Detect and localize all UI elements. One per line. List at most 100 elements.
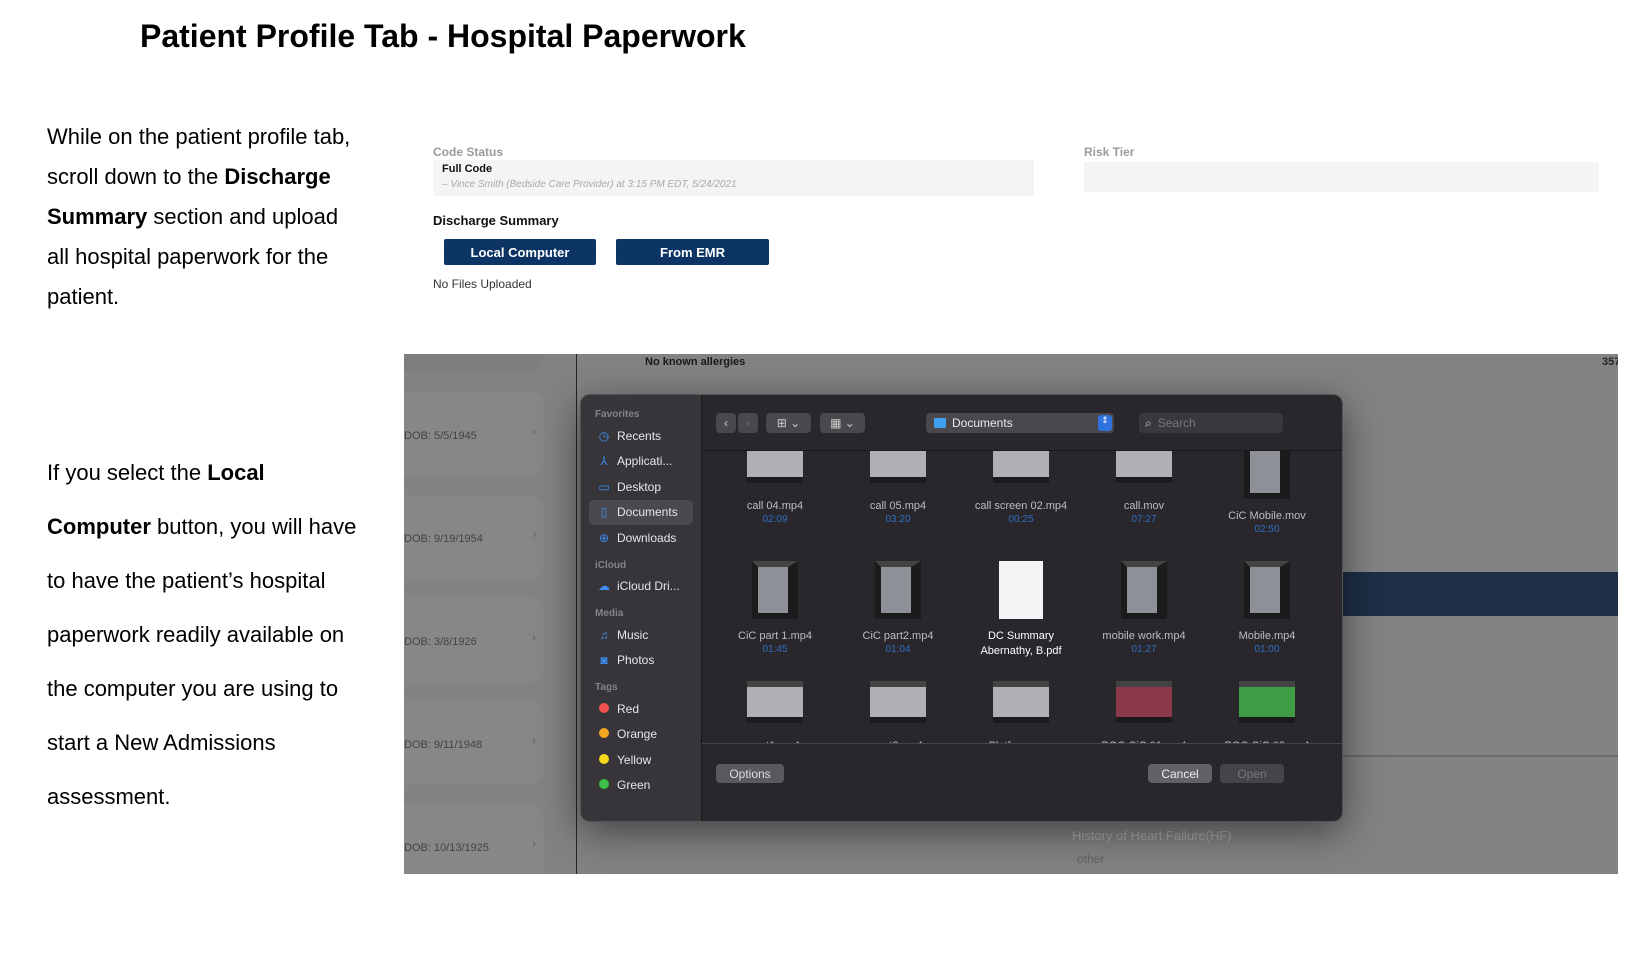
- location-label: Documents: [952, 416, 1013, 430]
- file-name: call 05.mp4: [869, 500, 927, 512]
- file-duration: 01:00: [1254, 644, 1280, 655]
- sidebar-item-desktop[interactable]: ▭ Desktop: [589, 474, 693, 499]
- video-thumbnail: [993, 681, 1049, 723]
- file-item[interactable]: POC CiC 01.mp4: [1085, 681, 1203, 743]
- sidebar-item-photos[interactable]: ◙ Photos: [589, 648, 693, 673]
- instruction-line: assessment.: [47, 784, 171, 810]
- file-duration: 07:27: [1131, 514, 1157, 525]
- file-duration: 01:27: [1131, 644, 1157, 655]
- sidebar-item-iclouddri[interactable]: ☁ iCloud Dri...: [589, 574, 693, 599]
- file-name: CiC part 1.mp4: [738, 630, 812, 642]
- video-thumbnail: [1244, 451, 1290, 499]
- no-files-text: No Files Uploaded: [433, 277, 532, 291]
- sidebar-item-applicati[interactable]: ⅄ Applicati...: [589, 449, 693, 474]
- download-icon: ⊕: [598, 530, 610, 545]
- line-pre: paperwork readily available on: [47, 622, 345, 647]
- file-item[interactable]: CiC part 1.mp4 01:45: [716, 561, 834, 655]
- instruction-line: the computer you are using to: [47, 676, 338, 702]
- file-item[interactable]: POC CiC 02.mp4: [1208, 681, 1326, 743]
- line-post: button, you will have: [150, 514, 357, 539]
- updown-chevron-icon: ⇕: [1098, 415, 1112, 431]
- line-pre: to have the patient’s hospital: [47, 568, 326, 593]
- sidebar-item-label: iCloud Dri...: [617, 579, 680, 593]
- tag-dot-icon: [597, 702, 611, 716]
- line-pre: scroll down to the: [47, 164, 225, 189]
- group-button[interactable]: ▦ ⌄: [820, 413, 865, 433]
- video-thumbnail: [752, 561, 798, 619]
- sidebar-item-yellow[interactable]: Yellow: [589, 747, 693, 772]
- sidebar-item-red[interactable]: Red: [589, 696, 693, 721]
- video-thumbnail: [1116, 681, 1172, 723]
- file-item[interactable]: CiC Mobile.mov 02:50: [1208, 451, 1326, 535]
- file-item[interactable]: part2.mp4: [839, 681, 957, 743]
- sidebar-item-orange[interactable]: Orange: [589, 722, 693, 747]
- file-name: mobile work.mp4: [1102, 630, 1186, 642]
- chevron-left-icon: ‹: [724, 416, 728, 430]
- video-thumbnail: [875, 561, 921, 619]
- options-button[interactable]: Options: [716, 764, 784, 783]
- video-thumbnail: [870, 451, 926, 483]
- line-pre: all hospital paperwork for the: [47, 244, 329, 269]
- line-pre: While on the patient profile tab,: [47, 124, 351, 149]
- sidebar-item-label: Photos: [617, 653, 655, 667]
- sidebar-item-downloads[interactable]: ⊕ Downloads: [589, 525, 693, 550]
- sidebar-item-music[interactable]: ♫ Music: [589, 622, 693, 647]
- video-thumbnail: [1121, 561, 1167, 619]
- search-input[interactable]: ⌕ Search: [1139, 413, 1283, 433]
- pdf-thumbnail: [999, 561, 1043, 619]
- line-bold: Summary: [47, 204, 148, 229]
- forward-button[interactable]: ›: [738, 413, 758, 433]
- open-button[interactable]: Open: [1220, 764, 1284, 783]
- allergies-text: No known allergies: [645, 356, 746, 368]
- camera-icon: ◙: [600, 653, 608, 667]
- desktop-icon: ▭: [598, 479, 610, 494]
- local-computer-button[interactable]: Local Computer: [444, 239, 596, 265]
- divider: [702, 743, 1342, 744]
- search-placeholder: Search: [1157, 416, 1196, 430]
- grid-icon: ⊞ ⌄: [776, 416, 801, 430]
- file-item[interactable]: part1.mp4: [716, 681, 834, 743]
- sidebar-item-label: Yellow: [617, 752, 652, 767]
- video-thumbnail: [747, 681, 803, 723]
- file-name: call 04.mp4: [746, 500, 804, 512]
- risk-tier-field[interactable]: [1084, 162, 1599, 192]
- file-duration: 02:09: [762, 514, 788, 525]
- sidebar-section-header: Media: [595, 608, 624, 619]
- file-item[interactable]: call 05.mp4 03:20: [839, 451, 957, 525]
- sidebar-item-label: Music: [617, 627, 649, 642]
- instruction-line: Summary section and upload: [47, 204, 338, 230]
- file-item[interactable]: CiC part2.mp4 01:04: [839, 561, 957, 655]
- file-item[interactable]: call screen 02.mp4 00:25: [962, 451, 1080, 525]
- cancel-button[interactable]: Cancel: [1148, 764, 1212, 783]
- file-item[interactable]: Mobile.mp4 01:00: [1208, 561, 1326, 655]
- file-name: DC Summary Abernathy, B.pdf: [980, 630, 1062, 657]
- sidebar-item-green[interactable]: Green: [589, 773, 693, 798]
- discharge-summary-heading: Discharge Summary: [433, 213, 559, 228]
- file-item[interactable]: call 04.mp4 02:09: [716, 451, 834, 525]
- code-status-box: Full Code – Vince Smith (Bedside Care Pr…: [433, 160, 1034, 196]
- code-status-note: – Vince Smith (Bedside Care Provider) at…: [442, 179, 737, 190]
- from-emr-button[interactable]: From EMR: [616, 239, 769, 265]
- file-duration: 01:04: [885, 644, 911, 655]
- instruction-line: scroll down to the Discharge: [47, 164, 331, 190]
- file-item[interactable]: Platform.mov: [962, 681, 1080, 743]
- line-bold: Computer: [47, 514, 151, 539]
- file-duration: 02:50: [1254, 524, 1280, 535]
- document-icon: ▯: [600, 505, 608, 519]
- tag-dot-icon: [597, 753, 611, 767]
- location-dropdown[interactable]: Documents ⇕: [926, 413, 1114, 433]
- file-item[interactable]: mobile work.mp4 01:27: [1085, 561, 1203, 655]
- folder-icon: [934, 418, 946, 428]
- sidebar-item-recents[interactable]: ◷ Recents: [589, 423, 693, 448]
- instruction-line: If you select the Local: [47, 460, 265, 486]
- view-mode-button[interactable]: ⊞ ⌄: [766, 413, 811, 433]
- file-item[interactable]: call.mov 07:27: [1085, 451, 1203, 525]
- sidebar-section-header: Tags: [595, 682, 618, 693]
- file-item[interactable]: DC Summary Abernathy, B.pdf: [962, 561, 1080, 659]
- file-duration: 01:45: [762, 644, 788, 655]
- line-pre: If you select the: [47, 460, 208, 485]
- back-button[interactable]: ‹: [716, 413, 736, 433]
- sidebar-item-documents[interactable]: ▯ Documents: [589, 499, 693, 525]
- sidebar-item-label: Documents: [617, 505, 678, 519]
- line-bold: Discharge: [224, 164, 331, 189]
